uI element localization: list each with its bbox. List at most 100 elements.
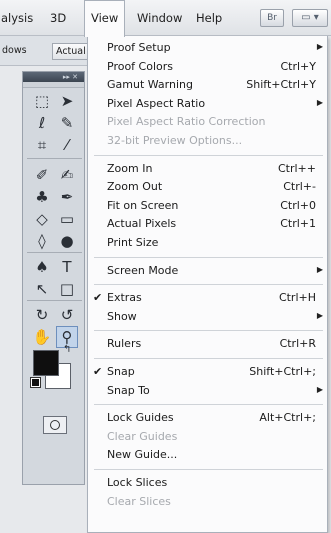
menu-item-pixel-aspect-ratio-correction: Pixel Aspect Ratio Correction bbox=[88, 113, 327, 131]
menu-item-label: Proof Setup bbox=[107, 41, 171, 54]
arrange-documents-icon: ▭ ▾ bbox=[301, 12, 319, 23]
menu-item-shortcut: Ctrl++ bbox=[277, 161, 316, 175]
bridge-button[interactable]: Br bbox=[260, 9, 284, 27]
view-menu: Proof Setup ▶ Proof Colors Ctrl+Y Gamut Warn… bbox=[87, 36, 328, 533]
arrange-documents-button[interactable]: ▭ ▾ bbox=[292, 9, 328, 27]
menu-separator bbox=[94, 154, 323, 156]
menu-item-label: Zoom In bbox=[107, 161, 153, 175]
menu-help[interactable]: Help bbox=[196, 0, 222, 36]
menu-separator bbox=[94, 358, 323, 359]
menu-item-clear-guides: Clear Guides bbox=[88, 428, 327, 446]
foreground-color-swatch[interactable] bbox=[33, 350, 59, 376]
tools-divider bbox=[27, 158, 82, 159]
blur-tool-icon[interactable]: ◊ bbox=[31, 230, 53, 252]
menu-item-label: Lock Guides bbox=[107, 411, 174, 425]
menu-item-label: Fit on Screen bbox=[107, 198, 179, 212]
menu-item-proof-setup[interactable]: Proof Setup ▶ bbox=[88, 39, 327, 57]
menu-item-shortcut: Ctrl+R bbox=[279, 337, 316, 351]
menu-item-extras[interactable]: ✔ Extras Ctrl+H bbox=[88, 289, 327, 307]
pen-tool-icon[interactable]: ♠ bbox=[31, 256, 53, 278]
menu-item-label: Snap To bbox=[107, 383, 150, 397]
menu-item-label: Print Size bbox=[107, 236, 159, 249]
tools-divider bbox=[27, 300, 82, 301]
menu-item-rulers[interactable]: Rulers Ctrl+R bbox=[88, 335, 327, 353]
menu-item-32-bit-preview-options: 32-bit Preview Options... bbox=[88, 132, 327, 150]
swap-colors-icon[interactable]: ↰ bbox=[63, 344, 71, 355]
3d-orbit-tool-icon[interactable]: ↺ bbox=[56, 304, 78, 326]
tool-row: ◇ ▭ bbox=[31, 208, 81, 230]
menu-item-actual-pixels[interactable]: Actual Pixels Ctrl+1 bbox=[88, 215, 327, 233]
submenu-arrow-icon: ▶ bbox=[316, 310, 323, 320]
menu-item-new-guide[interactable]: New Guide... bbox=[88, 446, 327, 464]
menu-view[interactable]: View bbox=[84, 0, 126, 37]
marquee-tool-icon[interactable]: ⬚ bbox=[31, 90, 53, 112]
crop-tool-icon[interactable]: ⌗ bbox=[31, 134, 53, 156]
menu-item-shortcut: Shift+Ctrl+Y bbox=[246, 78, 316, 92]
menu-item-label: Clear Slices bbox=[107, 494, 171, 508]
submenu-arrow-icon: ▶ bbox=[316, 264, 323, 274]
menu-item-snap-to[interactable]: Snap To ▶ bbox=[88, 382, 327, 400]
tools-divider bbox=[27, 252, 82, 253]
quick-mask-icon bbox=[50, 420, 60, 430]
menu-item-fit-on-screen[interactable]: Fit on Screen Ctrl+0 bbox=[88, 197, 327, 215]
menu-separator bbox=[94, 330, 323, 332]
menu-item-label: Clear Guides bbox=[107, 429, 178, 443]
menu-item-screen-mode[interactable]: Screen Mode ▶ bbox=[88, 262, 327, 280]
tools-panel-header[interactable]: ▸▸ ✕ bbox=[23, 72, 84, 82]
quick-selection-tool-icon[interactable]: ✎ bbox=[56, 112, 78, 134]
move-tool-icon[interactable]: ➤ bbox=[56, 90, 78, 112]
hand-tool-icon[interactable]: ✋ bbox=[31, 326, 53, 348]
menu-analysis[interactable]: alysis bbox=[1, 0, 33, 36]
brush-tool-icon[interactable]: ✍ bbox=[56, 164, 78, 186]
options-bar: dows Actual bbox=[0, 36, 90, 66]
clone-stamp-tool-icon[interactable]: ♣ bbox=[31, 186, 53, 208]
menu-item-shortcut: Ctrl+0 bbox=[280, 198, 316, 212]
3d-rotate-tool-icon[interactable]: ↻ bbox=[31, 304, 53, 326]
menu-item-shortcut: Alt+Ctrl+; bbox=[259, 411, 316, 425]
eyedropper-tool-icon[interactable]: ⁄ bbox=[56, 134, 78, 156]
dodge-tool-icon[interactable]: ● bbox=[56, 230, 78, 252]
menu-item-lock-guides[interactable]: Lock Guides Alt+Ctrl+; bbox=[88, 409, 327, 427]
menu-item-label: Lock Slices bbox=[107, 476, 168, 489]
tool-row: ♠ T bbox=[31, 256, 81, 278]
gradient-tool-icon[interactable]: ▭ bbox=[56, 208, 78, 230]
tools-panel-grip[interactable] bbox=[23, 82, 84, 88]
menu-item-print-size[interactable]: Print Size bbox=[88, 234, 327, 252]
menu-item-pixel-aspect-ratio[interactable]: Pixel Aspect Ratio ▶ bbox=[88, 95, 327, 113]
path-selection-tool-icon[interactable]: ↖ bbox=[31, 278, 53, 300]
type-tool-icon[interactable]: T bbox=[56, 256, 78, 278]
menu-item-shortcut: Shift+Ctrl+; bbox=[249, 365, 316, 378]
menu-item-show[interactable]: Show ▶ bbox=[88, 308, 327, 326]
default-colors-icon[interactable] bbox=[30, 377, 41, 388]
menu-item-clear-slices: Clear Slices bbox=[88, 493, 327, 511]
menu-item-gamut-warning[interactable]: Gamut Warning Shift+Ctrl+Y bbox=[88, 76, 327, 94]
eraser-tool-icon[interactable]: ◇ bbox=[31, 208, 53, 230]
menu-item-shortcut: Ctrl+- bbox=[283, 180, 316, 194]
menu-item-label: Pixel Aspect Ratio bbox=[107, 96, 206, 110]
tool-row: ℓ ✎ bbox=[31, 112, 81, 134]
menu-item-label: Pixel Aspect Ratio Correction bbox=[107, 115, 266, 129]
healing-brush-tool-icon[interactable]: ✐ bbox=[31, 164, 53, 186]
lasso-tool-icon[interactable]: ℓ bbox=[31, 112, 53, 134]
menu-item-zoom-in[interactable]: Zoom In Ctrl++ bbox=[88, 160, 327, 178]
menu-window[interactable]: Window bbox=[137, 0, 182, 36]
history-brush-tool-icon[interactable]: ✒ bbox=[56, 186, 78, 208]
menu-item-lock-slices[interactable]: Lock Slices bbox=[88, 474, 327, 492]
menu-item-shortcut: Ctrl+1 bbox=[280, 217, 316, 231]
quick-mask-button[interactable] bbox=[43, 416, 67, 434]
menu-item-label: Extras bbox=[107, 291, 142, 305]
menu-3d[interactable]: 3D bbox=[50, 0, 66, 36]
actual-pixels-button[interactable]: Actual bbox=[52, 43, 88, 60]
menu-item-label: Show bbox=[107, 309, 137, 323]
menu-separator bbox=[94, 256, 323, 258]
menu-item-label: Rulers bbox=[107, 337, 142, 351]
rectangle-tool-icon[interactable]: □ bbox=[56, 278, 78, 300]
tool-row: ◊ ● bbox=[31, 230, 81, 252]
menu-item-shortcut: Ctrl+H bbox=[278, 291, 316, 305]
menu-item-zoom-out[interactable]: Zoom Out Ctrl+- bbox=[88, 178, 327, 196]
menu-item-proof-colors[interactable]: Proof Colors Ctrl+Y bbox=[88, 58, 327, 76]
tool-row: ↻ ↺ bbox=[31, 304, 81, 326]
menu-item-snap[interactable]: ✔ Snap Shift+Ctrl+; bbox=[88, 363, 327, 381]
windows-label: dows bbox=[2, 45, 27, 56]
submenu-arrow-icon: ▶ bbox=[316, 384, 323, 394]
